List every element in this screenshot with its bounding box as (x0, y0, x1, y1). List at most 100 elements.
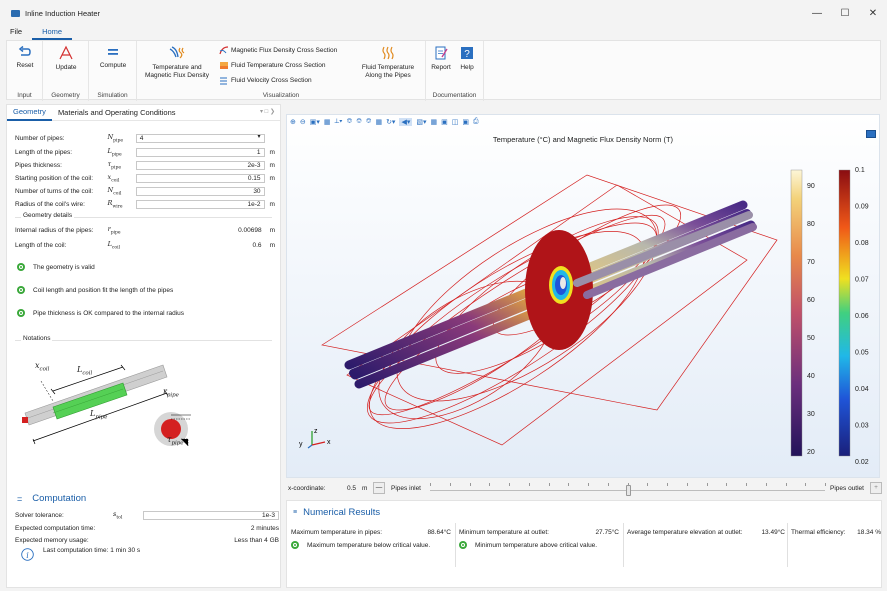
slider-tick (607, 483, 609, 486)
avg-value: 13.49°C (761, 529, 785, 536)
reset-icon (18, 45, 31, 56)
temperature-cross-icon (220, 62, 228, 69)
numerical-results-title-text: Numerical Results (303, 507, 381, 518)
temperature-legend-tick: 90 (807, 183, 815, 190)
slider-tick (489, 483, 491, 486)
camera-icon[interactable]: ▣ (462, 118, 469, 126)
solver-tolerance-input[interactable]: 1e-3 (143, 511, 279, 520)
param-symbol: Rwire (107, 199, 123, 210)
decrease-button[interactable]: — (373, 482, 385, 494)
numerical-results-panel: ≡ Numerical Results Maximum temperature … (286, 500, 882, 588)
pipe-length-input[interactable]: 1 (135, 148, 265, 157)
view-3d-icon[interactable]: ▦ (375, 118, 382, 126)
coil-turns-input[interactable]: 30 (135, 187, 265, 196)
param-row-thickness: Pipes thickness: τpipe 2e-3 m (15, 160, 279, 171)
slider-tick (430, 483, 431, 486)
notation-tpipe: τpipe (167, 435, 184, 447)
notation-lpipe: Lpipe (90, 409, 108, 421)
svg-text:i: i (26, 551, 29, 560)
detail-label: Length of the coil: (15, 242, 67, 249)
fluid-temperature-button[interactable]: Fluid Temperature Along the Pipes (355, 45, 421, 80)
x-slider-thumb[interactable] (625, 485, 631, 496)
compute-button[interactable]: Compute (93, 45, 133, 70)
tab-home[interactable]: Home (32, 26, 73, 40)
slider-tick (588, 483, 589, 486)
report-icon (435, 46, 448, 60)
update-label: Update (55, 64, 77, 71)
param-symbol: Ncoil (107, 186, 122, 197)
panel-controls[interactable]: ▾ □ ❯ (260, 108, 275, 115)
tab-geometry[interactable]: Geometry (7, 105, 52, 121)
temperature-flux-button[interactable]: Temperature and Magnetic Flux Density (141, 45, 213, 80)
equals-icon: = (17, 493, 23, 504)
min-temp-status: Minimum temperature above critical value… (475, 541, 598, 549)
check-geometry-valid: The geometry is valid (17, 263, 95, 271)
flux-legend-tick: 0.09 (855, 204, 869, 211)
detail-unit: m (269, 227, 275, 234)
grid-icon[interactable]: ▦ (431, 118, 438, 126)
zoom-box-icon[interactable]: ▣▾ (310, 118, 320, 126)
slider-tick (509, 483, 510, 486)
zoom-in-icon[interactable]: ⊕ (290, 118, 296, 126)
axis-x-label: x (327, 439, 331, 446)
max-temp-status: Maximum temperature below critical value… (307, 541, 431, 549)
transparency-icon[interactable]: ▧▾ (416, 118, 426, 126)
velocity-cross-section-button[interactable]: Fluid Velocity Cross Section (219, 76, 312, 85)
reset-button[interactable]: Reset (11, 45, 39, 70)
view-xy-icon[interactable]: ⎊ (347, 118, 353, 126)
report-label: Report (431, 64, 451, 71)
param-unit: m (269, 175, 275, 182)
view-yz-icon[interactable]: ⎊ (356, 118, 362, 126)
check-circle-icon (17, 309, 25, 317)
param-label: Length of the pipes: (15, 149, 73, 156)
detail-unit: m (269, 242, 275, 249)
increase-button[interactable]: + (870, 482, 882, 494)
zoom-extents-icon[interactable]: ▦ (324, 118, 331, 126)
fluid-temperature-icon (382, 46, 394, 60)
pipe-thickness-input[interactable]: 2e-3 (135, 161, 265, 170)
check-circle-icon (17, 263, 25, 271)
flux-legend-tick: 0.1 (855, 167, 865, 174)
reset-view-icon[interactable]: ↻▾ (386, 118, 395, 126)
print-icon[interactable]: ⎙ (473, 118, 479, 126)
tab-materials[interactable]: Materials and Operating Conditions (52, 106, 182, 120)
help-button[interactable]: ? Help (454, 45, 480, 72)
minimize-button[interactable]: — (803, 0, 831, 26)
slider-tick (706, 483, 708, 486)
x-coordinate-unit: m (362, 485, 368, 492)
split-view-icon[interactable]: ◫ (452, 118, 459, 126)
expected-memory-label: Expected memory usage: (15, 537, 89, 544)
magnetic-cross-section-button[interactable]: Magnetic Flux Density Cross Section (219, 46, 337, 55)
notation-lcoil: Lcoil (77, 365, 93, 377)
computation-title-text: Computation (32, 493, 87, 504)
detail-symbol: rpipe (107, 225, 121, 236)
check-circle-icon (291, 541, 299, 549)
maximize-button[interactable]: ☐ (831, 0, 859, 26)
temperature-cross-section-button[interactable]: Fluid Temperature Cross Section (219, 61, 326, 70)
scene-light-icon[interactable]: ◀▾ (399, 118, 413, 126)
number-of-pipes-select[interactable]: 4 (135, 134, 265, 143)
ribbon-group-input: Reset Input (7, 41, 43, 101)
flux-color-legend (838, 169, 851, 457)
slider-tick (765, 483, 767, 486)
layout-icon[interactable]: ▣ (441, 118, 448, 126)
detail-label: Internal radius of the pipes: (15, 227, 94, 234)
velocity-cross-label: Fluid Velocity Cross Section (231, 77, 312, 84)
axis-orientation-icon[interactable]: ⟂▾ (335, 118, 343, 126)
close-button[interactable]: ✕ (859, 0, 887, 26)
update-button[interactable]: Update (48, 45, 84, 72)
tab-file[interactable]: File (0, 26, 32, 38)
settings-tabs: Geometry Materials and Operating Conditi… (7, 105, 280, 121)
export-image-icon[interactable] (866, 130, 876, 138)
zoom-out-icon[interactable]: ⊖ (300, 118, 306, 126)
report-button[interactable]: Report (429, 45, 453, 72)
x-coordinate-row: x-coordinate: 0.5 m — Pipes inlet Pipes … (286, 479, 886, 499)
view-zx-icon[interactable]: ⎊ (366, 118, 372, 126)
wire-radius-input[interactable]: 1e-2 (135, 200, 265, 209)
expected-time-row: Expected computation time: 2 minutes (15, 523, 279, 534)
temperature-legend-tick: 30 (807, 411, 815, 418)
coil-start-input[interactable]: 0.15 (135, 174, 265, 183)
slider-tick (449, 483, 451, 486)
min-temp-value: 27.75°C (595, 529, 619, 536)
param-unit: m (269, 201, 275, 208)
